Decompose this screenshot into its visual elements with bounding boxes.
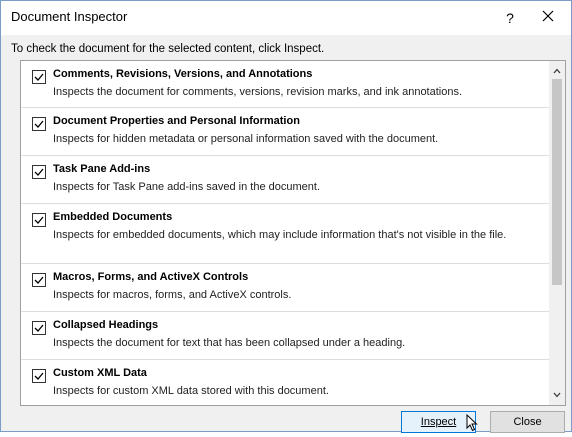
- close-button-label: Close: [513, 416, 542, 428]
- option-checkbox[interactable]: [32, 165, 46, 179]
- option-collapsed-headings[interactable]: Collapsed Headings Inspects the document…: [21, 312, 549, 360]
- scroll-down-icon[interactable]: [549, 387, 565, 403]
- vertical-scrollbar[interactable]: [549, 61, 565, 405]
- option-checkbox[interactable]: [32, 213, 46, 227]
- option-title: Document Properties and Personal Informa…: [53, 115, 300, 127]
- option-title: Comments, Revisions, Versions, and Annot…: [53, 68, 313, 80]
- option-title: Macros, Forms, and ActiveX Controls: [53, 271, 249, 283]
- option-checkbox[interactable]: [32, 369, 46, 383]
- option-description: Inspects the document for comments, vers…: [53, 86, 463, 98]
- option-macros-forms-activex[interactable]: Macros, Forms, and ActiveX Controls Insp…: [21, 264, 549, 312]
- option-title: Custom XML Data: [53, 367, 147, 379]
- instruction-text: To check the document for the selected c…: [11, 43, 325, 55]
- close-icon[interactable]: [535, 6, 561, 30]
- option-description: Inspects for Task Pane add-ins saved in …: [53, 181, 321, 193]
- help-button[interactable]: ?: [499, 7, 521, 29]
- option-title: Task Pane Add-ins: [53, 163, 151, 175]
- option-custom-xml-data[interactable]: Custom XML Data Inspects for custom XML …: [21, 360, 549, 405]
- option-checkbox[interactable]: [32, 70, 46, 84]
- inspection-options-list: Comments, Revisions, Versions, and Annot…: [20, 60, 566, 406]
- option-document-properties[interactable]: Document Properties and Personal Informa…: [21, 108, 549, 156]
- option-description: Inspects for macros, forms, and ActiveX …: [53, 289, 292, 301]
- mouse-pointer-icon: [466, 413, 478, 437]
- option-checkbox[interactable]: [32, 321, 46, 335]
- option-checkbox[interactable]: [32, 117, 46, 131]
- inspect-button-label: Inspect: [420, 416, 457, 428]
- option-comments-revisions[interactable]: Comments, Revisions, Versions, and Annot…: [21, 61, 549, 108]
- option-description: Inspects for embedded documents, which m…: [53, 229, 507, 241]
- option-description: Inspects for hidden metadata or personal…: [53, 133, 439, 145]
- scroll-thumb[interactable]: [552, 79, 562, 285]
- option-checkbox[interactable]: [32, 273, 46, 287]
- title-bar: Document Inspector ?: [1, 1, 571, 35]
- dialog-title: Document Inspector: [11, 9, 128, 24]
- option-task-pane-add-ins[interactable]: Task Pane Add-ins Inspects for Task Pane…: [21, 156, 549, 204]
- scroll-up-icon[interactable]: [549, 63, 565, 79]
- option-description: Inspects the document for text that has …: [53, 337, 406, 349]
- inspect-button[interactable]: Inspect: [401, 411, 476, 433]
- option-title: Collapsed Headings: [53, 319, 159, 331]
- close-button[interactable]: Close: [490, 411, 565, 433]
- option-title: Embedded Documents: [53, 211, 173, 223]
- option-description: Inspects for custom XML data stored with…: [53, 385, 329, 397]
- document-inspector-dialog: Document Inspector ? To check the docume…: [0, 0, 572, 433]
- option-embedded-documents[interactable]: Embedded Documents Inspects for embedded…: [21, 204, 549, 264]
